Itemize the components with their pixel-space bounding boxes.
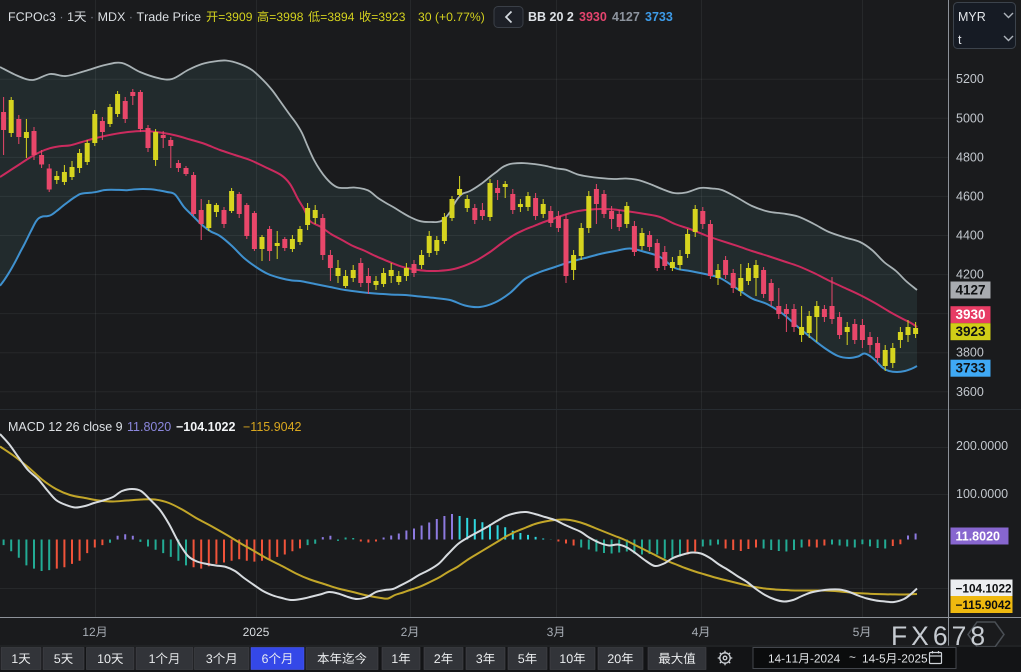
svg-text:100.0000: 100.0000 bbox=[956, 487, 1008, 501]
svg-text:BB 20 2: BB 20 2 bbox=[528, 10, 574, 24]
svg-text:4127: 4127 bbox=[956, 283, 986, 298]
svg-text:3923: 3923 bbox=[956, 324, 987, 339]
svg-text:5200: 5200 bbox=[956, 72, 984, 86]
svg-text:3930: 3930 bbox=[956, 307, 986, 322]
svg-text:3733: 3733 bbox=[956, 361, 987, 376]
svg-text:t: t bbox=[958, 33, 962, 47]
svg-text:MYR: MYR bbox=[958, 10, 986, 24]
svg-text:−104.1022: −104.1022 bbox=[176, 420, 235, 434]
svg-text:4200: 4200 bbox=[956, 268, 984, 282]
svg-text:3733: 3733 bbox=[645, 10, 673, 24]
svg-text:−115.9042: −115.9042 bbox=[956, 598, 1012, 612]
svg-text:4800: 4800 bbox=[956, 150, 984, 164]
svg-text:200.0000: 200.0000 bbox=[956, 439, 1008, 453]
svg-text:3600: 3600 bbox=[956, 385, 984, 399]
svg-text:4400: 4400 bbox=[956, 229, 984, 243]
svg-text:11.8020: 11.8020 bbox=[127, 420, 171, 434]
svg-text:4600: 4600 bbox=[956, 189, 984, 203]
svg-text:5000: 5000 bbox=[956, 111, 984, 125]
svg-text:MACD 12 26 close 9: MACD 12 26 close 9 bbox=[8, 420, 123, 434]
svg-text:−104.1022: −104.1022 bbox=[956, 582, 1013, 596]
svg-text:FX678: FX678 bbox=[891, 621, 989, 651]
svg-text:3930: 3930 bbox=[579, 10, 607, 24]
svg-text:3800: 3800 bbox=[956, 346, 984, 360]
svg-text:−115.9042: −115.9042 bbox=[243, 420, 302, 434]
svg-text:11.8020: 11.8020 bbox=[956, 530, 1001, 544]
svg-text:4127: 4127 bbox=[612, 10, 640, 24]
